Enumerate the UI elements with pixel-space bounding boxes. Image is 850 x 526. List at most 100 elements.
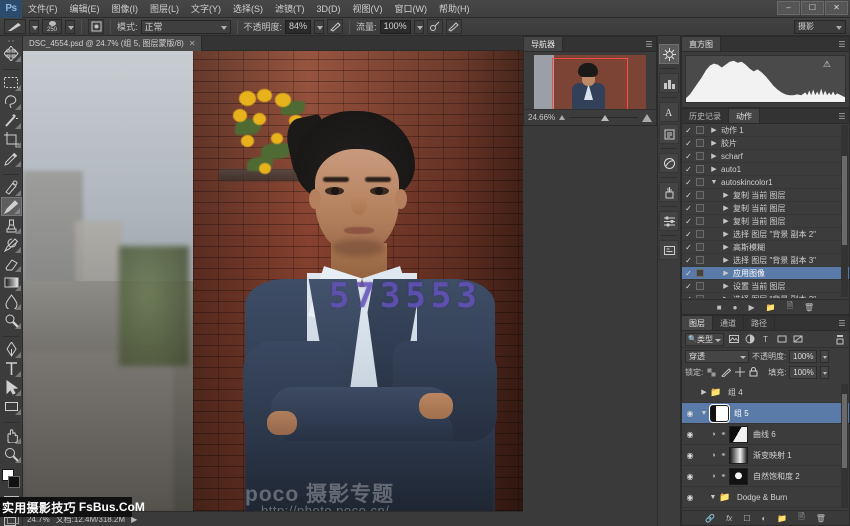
info-dock-icon[interactable] — [659, 240, 679, 260]
layer-group-expand-icon[interactable]: ▶ — [700, 388, 708, 396]
action-dialog-toggle[interactable] — [696, 230, 704, 238]
healing-brush-tool[interactable] — [1, 178, 22, 197]
layer-row[interactable]: ◉◑⚭曲线 2 — [682, 508, 849, 509]
airbrush-toggle-icon[interactable] — [88, 19, 104, 34]
action-expand-icon[interactable]: ▶ — [722, 269, 730, 277]
action-row[interactable]: ✓▶动作 1 — [682, 124, 849, 137]
navigator-zoom-slider[interactable] — [569, 113, 638, 123]
layer-style-icon[interactable]: fx — [726, 514, 732, 523]
layer-mask-thumbnail[interactable] — [729, 426, 748, 443]
action-row[interactable]: ✓▶应用图像 — [682, 267, 849, 280]
layer-visibility-icon[interactable]: ◉ — [684, 409, 696, 418]
action-expand-icon[interactable]: ▶ — [710, 126, 718, 134]
action-row[interactable]: ✓▶复制 当前 图层 — [682, 202, 849, 215]
opacity-input[interactable]: 84% — [285, 20, 311, 34]
layer-visibility-icon[interactable]: ◉ — [684, 451, 696, 460]
action-enabled-check[interactable]: ✓ — [684, 165, 693, 174]
smart-filter-icon[interactable] — [791, 333, 804, 346]
layer-opacity-input[interactable]: 100% — [789, 350, 817, 363]
menu-file[interactable]: 文件(F) — [22, 0, 64, 18]
close-button[interactable]: ✕ — [825, 1, 848, 15]
layer-row[interactable]: ▶📁组 4 — [682, 382, 849, 403]
record-icon[interactable]: ● — [733, 303, 738, 312]
navigator-zoom-value[interactable]: 24.66% — [528, 113, 555, 122]
layer-row[interactable]: ◉◑⚭自然饱和度 2 — [682, 466, 849, 487]
tab-paths[interactable]: 路径 — [744, 316, 775, 330]
action-enabled-check[interactable]: ✓ — [684, 295, 693, 299]
layer-visibility-icon[interactable]: ◉ — [684, 493, 696, 502]
history-brush-tool[interactable] — [1, 235, 22, 254]
shape-tool[interactable] — [1, 397, 22, 416]
background-color-swatch[interactable] — [8, 476, 20, 488]
action-enabled-check[interactable]: ✓ — [684, 282, 693, 291]
flow-dropdown[interactable] — [414, 20, 424, 34]
panel-menu-icon[interactable]: ☰ — [835, 109, 849, 123]
add-mask-icon[interactable]: ☐ — [743, 514, 750, 523]
path-selection-tool[interactable] — [1, 378, 22, 397]
airbrush-icon[interactable] — [427, 19, 443, 34]
layer-row[interactable]: ◉◑⚭渐变映射 1 — [682, 445, 849, 466]
action-enabled-check[interactable]: ✓ — [684, 152, 693, 161]
layer-link-icon[interactable]: ⚭ — [720, 472, 727, 480]
layer-filter-type-select[interactable]: 类型 — [685, 333, 724, 346]
document-tab[interactable]: DSC_4554.psd @ 24.7% (组 5, 图层蒙版/8) ✕ — [23, 36, 202, 51]
layer-fill-spinner[interactable] — [820, 366, 829, 379]
layer-link-icon[interactable]: ⚭ — [720, 430, 727, 438]
action-expand-icon[interactable]: ▶ — [722, 204, 730, 212]
move-tool[interactable] — [1, 44, 22, 63]
minimize-button[interactable]: – — [777, 1, 800, 15]
lock-position-icon[interactable] — [734, 366, 745, 379]
close-icon[interactable]: ✕ — [189, 39, 196, 48]
action-row[interactable]: ✓▼autoskincolor1 — [682, 176, 849, 189]
canvas-area[interactable]: 573553 poco 摄影专题 http://photo.poco.cn/ — [23, 51, 523, 511]
color-swatches[interactable] — [1, 468, 22, 490]
flow-input[interactable]: 100% — [380, 20, 411, 34]
action-expand-icon[interactable]: ▶ — [722, 243, 730, 251]
adjustment-filter-icon[interactable] — [743, 333, 756, 346]
action-row[interactable]: ✓▶scharf — [682, 150, 849, 163]
layers-list[interactable]: ▶📁组 4◉▼组 5◉◑⚭曲线 6◉◑⚭渐变映射 1◉◑⚭自然饱和度 2◉▼📁D… — [682, 382, 849, 509]
action-enabled-check[interactable]: ✓ — [684, 256, 693, 265]
menu-view[interactable]: 视图(V) — [347, 0, 389, 18]
shape-filter-icon[interactable] — [775, 333, 788, 346]
lasso-tool[interactable] — [1, 92, 22, 111]
stop-icon[interactable]: ■ — [717, 303, 722, 312]
histogram-warning-icon[interactable]: ⚠ — [823, 59, 831, 70]
layer-fill-input[interactable]: 100% — [789, 366, 817, 379]
panel-menu-icon[interactable]: ☰ — [835, 316, 849, 330]
lock-image-icon[interactable] — [720, 366, 731, 379]
quick-selection-tool[interactable] — [1, 111, 22, 130]
action-dialog-toggle[interactable] — [696, 191, 704, 199]
eyedropper-tool[interactable] — [1, 149, 22, 168]
styles-dock-icon[interactable] — [659, 73, 679, 93]
lock-all-icon[interactable] — [748, 366, 759, 379]
action-dialog-toggle[interactable] — [696, 256, 704, 264]
new-action-icon[interactable]: 🗎 — [787, 300, 793, 314]
action-enabled-check[interactable]: ✓ — [684, 126, 693, 135]
menu-select[interactable]: 选择(S) — [227, 0, 269, 18]
action-enabled-check[interactable]: ✓ — [684, 191, 693, 200]
action-dialog-toggle[interactable] — [696, 269, 704, 277]
layer-mask-thumbnail[interactable] — [710, 405, 729, 422]
marquee-tool[interactable] — [1, 73, 22, 92]
menu-edit[interactable]: 编辑(E) — [64, 0, 106, 18]
menu-type[interactable]: 文字(Y) — [185, 0, 227, 18]
zoom-tool[interactable] — [1, 445, 22, 464]
hand-tool[interactable] — [1, 426, 22, 445]
action-expand-icon[interactable]: ▶ — [722, 230, 730, 238]
action-enabled-check[interactable]: ✓ — [684, 269, 693, 278]
layer-link-icon[interactable]: ⚭ — [720, 451, 727, 459]
layer-visibility-icon[interactable]: ◉ — [684, 472, 696, 481]
menu-3d[interactable]: 3D(D) — [311, 0, 347, 18]
flow-pressure-icon[interactable] — [446, 19, 462, 34]
opacity-dropdown[interactable] — [314, 20, 324, 34]
action-enabled-check[interactable]: ✓ — [684, 204, 693, 213]
menu-image[interactable]: 图像(I) — [106, 0, 145, 18]
action-row[interactable]: ✓▶选择 图层 "背景 副本 3" — [682, 254, 849, 267]
dodge-tool[interactable] — [1, 311, 22, 330]
zoom-out-icon[interactable] — [559, 115, 565, 120]
filter-toggle-icon[interactable] — [833, 333, 846, 346]
blur-tool[interactable] — [1, 292, 22, 311]
action-dialog-toggle[interactable] — [696, 217, 704, 225]
layer-row[interactable]: ◉▼📁Dodge & Burn — [682, 487, 849, 508]
